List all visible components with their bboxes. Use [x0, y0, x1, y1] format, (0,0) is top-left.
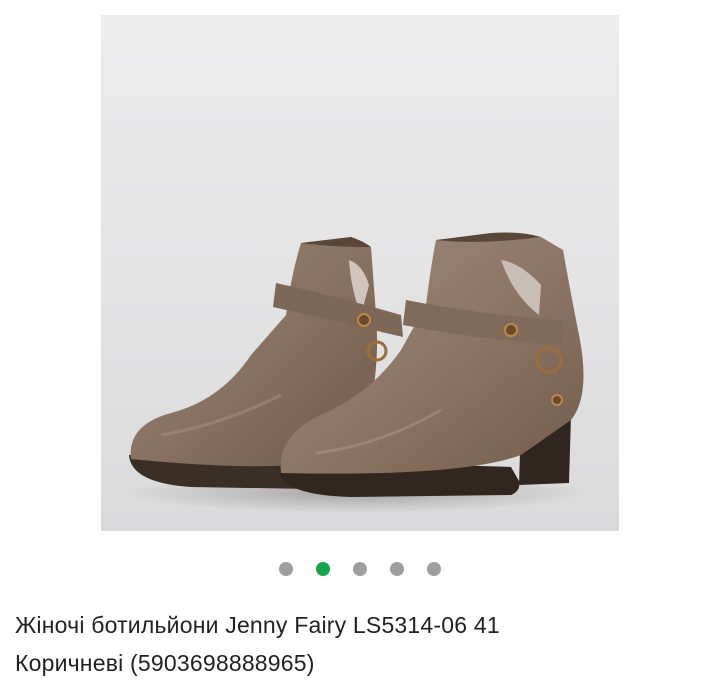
product-title-line-1: Жіночі ботильйони Jenny Fairy LS5314-06 …	[15, 612, 500, 638]
carousel-dot-4[interactable]	[390, 562, 404, 576]
carousel-dot-2-active[interactable]	[316, 562, 330, 576]
carousel-dots	[0, 562, 720, 578]
product-title: Жіночі ботильйони Jenny Fairy LS5314-06 …	[15, 606, 705, 682]
carousel-dot-1[interactable]	[279, 562, 293, 576]
ankle-boots-photo-icon	[126, 232, 586, 513]
product-title-line-2: Коричневі (5903698888965)	[15, 650, 315, 676]
carousel-dot-3[interactable]	[353, 562, 367, 576]
carousel-dot-5[interactable]	[427, 562, 441, 576]
product-image[interactable]	[101, 15, 619, 531]
